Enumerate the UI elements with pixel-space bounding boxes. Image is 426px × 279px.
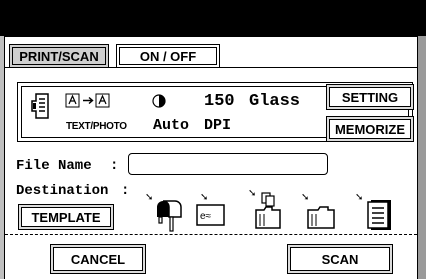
folder-icon[interactable]	[306, 204, 336, 230]
window-edge	[418, 36, 426, 279]
tab-on-off[interactable]: ON / OFF	[116, 44, 220, 68]
exposure-value: Auto	[153, 117, 190, 134]
original-orientation-icon	[31, 93, 49, 119]
tab-label: ON / OFF	[119, 47, 217, 65]
file-name-colon: :	[110, 158, 119, 174]
mode-label: TEXT/PHOTO	[66, 121, 127, 132]
title-bar	[0, 0, 426, 36]
tab-divider	[5, 67, 417, 68]
setting-button[interactable]: SETTING	[326, 84, 414, 110]
arrow-icon: ➘	[355, 192, 364, 203]
arrow-icon: ➘	[200, 192, 209, 203]
exposure-icon	[152, 94, 166, 108]
destination-colon: :	[121, 183, 130, 199]
destination-label: Destination	[16, 183, 109, 199]
original-type: Glass	[249, 92, 301, 111]
arrow-icon: ➘	[301, 192, 310, 203]
multi-folder-icon[interactable]	[254, 192, 282, 230]
mailbox-icon[interactable]	[153, 199, 183, 233]
file-icon[interactable]	[367, 199, 393, 231]
memorize-button[interactable]: MEMORIZE	[326, 116, 414, 142]
resolution-unit: DPI	[204, 117, 232, 134]
divider	[5, 234, 417, 235]
svg-text:e≈: e≈	[200, 211, 212, 222]
tab-print-scan[interactable]: PRINT/SCAN	[9, 44, 109, 68]
tab-label: PRINT/SCAN	[12, 47, 106, 65]
email-icon[interactable]: e≈	[196, 204, 226, 226]
file-name-label: File Name	[16, 158, 92, 174]
file-name-field[interactable]	[128, 153, 328, 175]
resolution-number: 150	[204, 92, 235, 111]
scan-button[interactable]: SCAN	[287, 244, 393, 274]
cancel-button[interactable]: CANCEL	[50, 244, 146, 274]
text-photo-mode-icon	[65, 93, 110, 108]
scan-panel: PRINT/SCAN ON / OFF TEXT/PHOTO Auto 150 …	[4, 36, 418, 279]
template-button[interactable]: TEMPLATE	[18, 204, 114, 230]
